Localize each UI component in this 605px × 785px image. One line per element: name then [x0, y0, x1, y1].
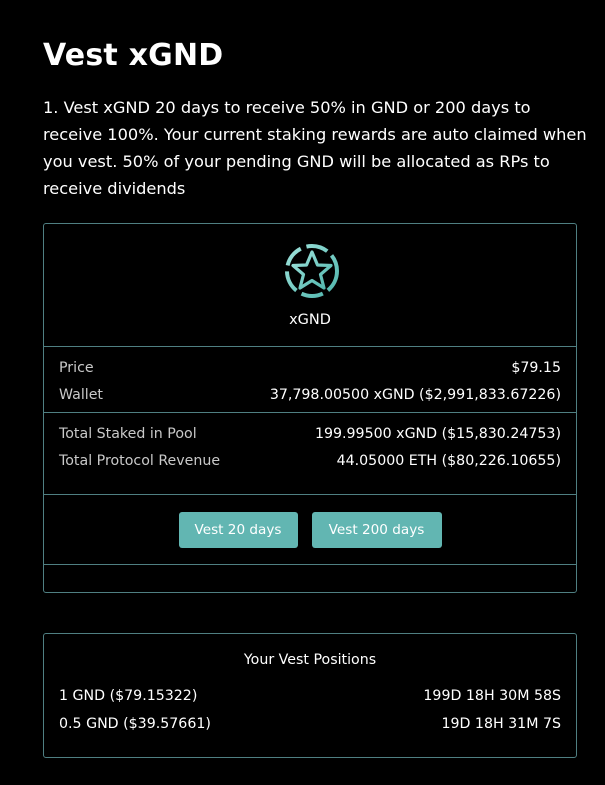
pool-stats-section: Total Staked in Pool 199.99500 xGND ($15… — [44, 413, 576, 495]
vest-actions: Vest 20 days Vest 200 days — [44, 495, 576, 565]
position-amount: 1 GND ($79.15322) — [59, 688, 198, 704]
position-remaining: 199D 18H 30M 58S — [423, 688, 561, 704]
total-staked-value: 199.99500 xGND ($15,830.24753) — [314, 426, 561, 442]
wallet-row: Wallet 37,798.00500 xGND ($2,991,833.672… — [59, 382, 561, 409]
list-item: 1 GND ($79.15322) 199D 18H 30M 58S — [59, 682, 561, 710]
total-staked-row: Total Staked in Pool 199.99500 xGND ($15… — [59, 421, 561, 448]
vest-positions-card: Your Vest Positions 1 GND ($79.15322) 19… — [43, 633, 577, 758]
page-title: Vest xGND — [43, 38, 224, 73]
wallet-value: 37,798.00500 xGND ($2,991,833.67226) — [269, 387, 561, 403]
token-header: xGND — [44, 224, 576, 347]
price-wallet-section: Price $79.15 Wallet 37,798.00500 xGND ($… — [44, 347, 576, 413]
vest-card: xGND Price $79.15 Wallet 37,798.00500 xG… — [43, 223, 577, 593]
total-staked-label: Total Staked in Pool — [59, 426, 197, 442]
price-value: $79.15 — [511, 360, 561, 376]
price-row: Price $79.15 — [59, 355, 561, 382]
positions-list: 1 GND ($79.15322) 199D 18H 30M 58S 0.5 G… — [44, 678, 576, 738]
protocol-revenue-value: 44.05000 ETH ($80,226.10655) — [336, 453, 561, 469]
star-ring-icon — [285, 244, 339, 298]
protocol-revenue-label: Total Protocol Revenue — [59, 453, 221, 469]
list-item: 0.5 GND ($39.57661) 19D 18H 31M 7S — [59, 710, 561, 738]
wallet-label: Wallet — [59, 387, 103, 403]
position-amount: 0.5 GND ($39.57661) — [59, 716, 211, 732]
price-label: Price — [59, 360, 94, 376]
vest-description: 1. Vest xGND 20 days to receive 50% in G… — [43, 98, 587, 198]
vest-20-days-button[interactable]: Vest 20 days — [178, 511, 298, 548]
protocol-revenue-row: Total Protocol Revenue 44.05000 ETH ($80… — [59, 448, 561, 475]
positions-title: Your Vest Positions — [243, 652, 377, 668]
position-remaining: 19D 18H 31M 7S — [441, 716, 561, 732]
token-name: xGND — [289, 312, 331, 328]
vest-200-days-button[interactable]: Vest 200 days — [311, 511, 442, 548]
